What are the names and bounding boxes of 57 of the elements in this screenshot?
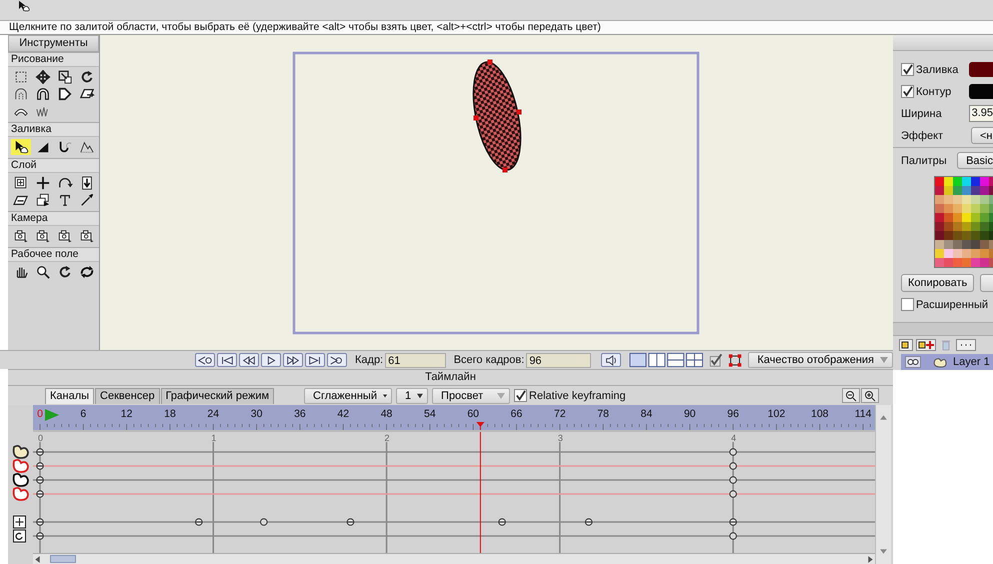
seconds-label: 3 [558,433,563,443]
checkbox-label: Relative keyframing [529,390,626,402]
section-title: Рабочее поле [8,247,99,262]
ruler-label: 84 [640,408,652,420]
checkbox-label: Расширенный [916,298,988,311]
field-label: Всего кадров: [454,354,524,366]
checkbox-label: Заливка [916,64,958,76]
panel-title: Инструменты [8,35,99,52]
seconds-label: 4 [731,433,736,443]
field-label: Эффект [901,130,944,142]
ruler-label: 114 [854,408,872,420]
seconds-label: 1 [211,433,216,443]
frame-field[interactable]: 61 [385,352,446,368]
ruler-label: 54 [424,408,436,420]
panel-title: Таймлайн [8,369,893,386]
ruler-label: 78 [597,408,609,420]
section-title: Камера [8,211,99,226]
field-label: Кадр: [355,354,384,366]
ruler-label: 90 [684,408,696,420]
ruler-label: 6 [80,408,86,420]
seconds-label: 2 [384,433,390,443]
status-text: Щелкните по залитой области, чтобы выбрать её (удерживайте <alt> чтобы взять цвет, <alt>+<ctrl> чтобы передать цвет) [0,21,993,35]
tab[interactable]: Секвенсер [95,388,160,404]
interpolation-dropdown[interactable]: Сглаженный [304,388,392,404]
checkbox-label: Контур [916,86,952,98]
ruler-label: 66 [510,408,522,420]
ruler-label: 102 [768,408,786,420]
copy-button[interactable]: Копировать [901,274,974,292]
section-title: Заливка [8,122,99,137]
quality-dropdown[interactable]: Качество отображения [748,352,893,368]
field-label: Ширина [901,108,943,120]
ruler-label: 42 [337,408,350,420]
ruler-label: 30 [250,408,262,420]
section-title: Рисование [8,52,99,67]
effect-button[interactable]: <н [971,127,993,144]
onion-skin-dropdown[interactable]: Просвет [432,388,510,404]
ruler-label: 108 [811,408,829,420]
palette-button[interactable]: Basic [957,152,993,170]
ruler-label: 18 [164,408,176,420]
ruler-label: 48 [380,408,392,420]
ruler-label: 36 [294,408,306,420]
step-dropdown[interactable]: 1 [396,388,428,404]
ruler-label: 60 [467,408,480,420]
section-title: Слой [8,158,99,173]
ruler-label: 72 [554,408,566,420]
ruler-label: 12 [120,408,132,420]
tab[interactable]: Каналы [45,388,94,404]
tab[interactable]: Графический режим [160,388,274,404]
ruler-label: 0 [37,408,43,420]
layer-row[interactable]: Layer 1 [901,354,993,370]
width-field[interactable]: 3.95 [968,105,993,122]
ruler-label: 96 [727,408,739,420]
total-frames-field[interactable]: 96 [526,352,591,368]
ruler-label: 24 [207,408,220,420]
field-label: Палитры [901,154,948,167]
seconds-label: 0 [38,433,44,443]
layer-name: Layer 1 [953,356,990,368]
